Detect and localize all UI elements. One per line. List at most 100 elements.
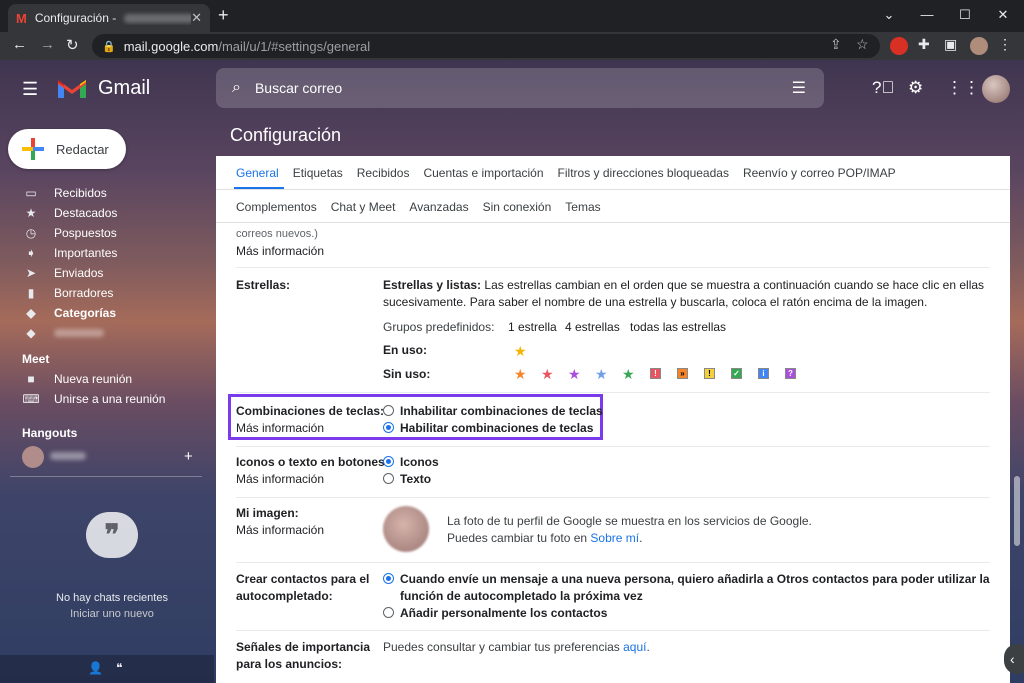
sidebar-item-snoozed[interactable]: ◷ Pospuestos (22, 224, 117, 242)
minimize-icon[interactable]: — (908, 0, 946, 32)
ad-preferences-link[interactable]: aquí (623, 640, 646, 654)
tab-advanced[interactable]: Avanzadas (409, 200, 468, 214)
search-icon[interactable]: ⌕ (232, 79, 241, 97)
shortcuts-off-radio[interactable] (383, 405, 394, 416)
tab-filters[interactable]: Filtros y direcciones bloqueadas (558, 166, 729, 180)
shortcuts-on-radio[interactable] (383, 422, 394, 433)
start-new-chat-link[interactable]: Iniciar uno nuevo (0, 608, 224, 620)
sidebar-item-hidden-label[interactable]: ◆ (22, 324, 104, 342)
search-options-icon[interactable]: ☰ (792, 78, 806, 98)
purple-star-icon[interactable]: ★ (568, 367, 581, 381)
tab-search-icon[interactable]: ⌄ (870, 0, 908, 32)
forward-icon[interactable]: → (40, 36, 55, 53)
close-window-icon[interactable]: ✕ (984, 0, 1022, 32)
yellow-star-icon[interactable]: ★ (514, 344, 527, 358)
share-icon[interactable]: ⇪ (830, 36, 842, 53)
yellow-bang-icon[interactable]: ! (704, 368, 715, 379)
sidebar-item-label: Enviados (54, 266, 104, 280)
icons-option[interactable]: Iconos (383, 454, 439, 471)
search-input[interactable]: Buscar correo (255, 80, 792, 96)
profile-picture[interactable] (383, 506, 429, 552)
profile-avatar-icon[interactable] (970, 37, 988, 55)
preset-all-stars-link[interactable]: todas las estrellas (630, 319, 726, 336)
page-scrollbar[interactable] (1014, 476, 1020, 546)
maximize-icon[interactable]: ☐ (946, 0, 984, 32)
shortcuts-on-option[interactable]: Habilitar combinaciones de teclas (383, 420, 593, 437)
account-avatar[interactable] (982, 75, 1010, 103)
address-bar[interactable]: 🔒 mail.google.com/mail/u/1/#settings/gen… (92, 34, 880, 58)
manual-contacts-option[interactable]: Añadir personalmente los contactos (383, 605, 607, 622)
close-tab-icon[interactable]: ✕ (191, 10, 202, 26)
manual-contacts-radio[interactable] (383, 607, 394, 618)
my-picture-more-info-link[interactable]: Más información (236, 522, 324, 539)
browser-tab[interactable]: M Configuración - ✕ (8, 4, 210, 32)
green-check-icon[interactable]: ✓ (731, 368, 742, 379)
sidebar-item-important[interactable]: ➧ Importantes (22, 244, 117, 262)
tab-inbox[interactable]: Recibidos (357, 166, 410, 180)
sidebar-item-sent[interactable]: ➤ Enviados (22, 264, 103, 282)
page-title: Configuración (230, 125, 342, 145)
new-tab-button[interactable]: + (218, 5, 229, 26)
blue-star-icon[interactable]: ★ (595, 367, 608, 381)
text-radio[interactable] (383, 473, 394, 484)
icons-label: Iconos (400, 455, 439, 469)
sidebar-item-inbox[interactable]: ▭ Recibidos (22, 184, 106, 202)
row-divider (236, 562, 990, 563)
hangouts-user-avatar[interactable] (22, 446, 44, 468)
text-option[interactable]: Texto (383, 471, 431, 488)
main-menu-icon[interactable]: ☰ (22, 79, 38, 100)
orange-guillemet-icon[interactable]: » (677, 368, 688, 379)
button-labels-more-info-link[interactable]: Más información (236, 471, 324, 488)
bookmark-star-icon[interactable]: ☆ (856, 36, 869, 53)
red-star-icon[interactable]: ★ (541, 367, 554, 381)
extensions-puzzle-icon[interactable]: ✚ (918, 36, 930, 53)
sidebar-item-join-meeting[interactable]: ⌨ Unirse a una reunión (22, 390, 165, 408)
lock-icon: 🔒 (102, 40, 116, 53)
help-icon[interactable]: ?⃝ (872, 78, 894, 98)
tab-forwarding[interactable]: Reenvío y correo POP/IMAP (743, 166, 896, 180)
tab-labels[interactable]: Etiquetas (293, 166, 343, 180)
label-icon: ◆ (26, 306, 36, 320)
sidebar-item-drafts[interactable]: ▮ Borradores (22, 284, 114, 302)
tab-accounts[interactable]: Cuentas e importación (423, 166, 543, 180)
sidebar-item-new-meeting[interactable]: ■ Nueva reunión (22, 370, 132, 388)
search-bar[interactable]: ⌕ Buscar correo ☰ (216, 68, 824, 108)
keyboard-shortcuts-label: Combinaciones de teclas: (236, 404, 385, 418)
contacts-person-icon[interactable]: 👤 (88, 661, 103, 675)
more-info-link[interactable]: Más información (236, 243, 324, 260)
side-panel-icon[interactable]: ▣ (944, 36, 957, 53)
reload-icon[interactable]: ↻ (66, 36, 79, 54)
preset-1-star-link[interactable]: 1 estrella (508, 319, 557, 336)
green-star-icon[interactable]: ★ (622, 367, 635, 381)
back-icon[interactable]: ← (12, 36, 27, 53)
tab-offline[interactable]: Sin conexión (483, 200, 552, 214)
auto-add-contacts-option[interactable]: Cuando envíe un mensaje a una nueva pers… (383, 571, 990, 588)
red-bang-icon[interactable]: ! (650, 368, 661, 379)
sidebar-item-starred[interactable]: ★ Destacados (22, 204, 118, 222)
adblock-extension-icon[interactable] (890, 37, 908, 55)
auto-add-contacts-radio[interactable] (383, 573, 394, 584)
shortcuts-more-info-link[interactable]: Más información (236, 420, 324, 437)
shortcuts-on-label: Habilitar combinaciones de teclas (400, 421, 594, 435)
sidebar-item-categories[interactable]: ◆ Categorías (22, 304, 116, 322)
tab-chat-meet[interactable]: Chat y Meet (331, 200, 396, 214)
new-chat-plus-icon[interactable]: + (184, 448, 193, 465)
compose-button[interactable]: Redactar (8, 129, 126, 169)
shortcuts-off-option[interactable]: Inhabilitar combinaciones de teclas (383, 403, 603, 420)
settings-gear-icon[interactable]: ⚙ (908, 78, 923, 98)
browser-menu-icon[interactable]: ⋮ (998, 36, 1012, 53)
about-me-link[interactable]: Sobre mí (590, 531, 639, 545)
settings-panel: General Etiquetas Recibidos Cuentas e im… (216, 156, 1010, 683)
gmail-logo-icon (58, 80, 86, 98)
orange-star-icon[interactable]: ★ (514, 367, 527, 381)
blue-info-icon[interactable]: i (758, 368, 769, 379)
tab-addons[interactable]: Complementos (236, 200, 317, 214)
stars-desc-title: Estrellas y listas: (383, 278, 482, 292)
hangouts-chat-icon[interactable]: ❝ (116, 661, 122, 675)
preset-4-stars-link[interactable]: 4 estrellas (565, 319, 620, 336)
side-panel-toggle-icon[interactable]: ‹ (1004, 644, 1024, 674)
tab-themes[interactable]: Temas (565, 200, 600, 214)
icons-radio[interactable] (383, 456, 394, 467)
tab-general[interactable]: General (236, 166, 279, 180)
purple-question-icon[interactable]: ? (785, 368, 796, 379)
